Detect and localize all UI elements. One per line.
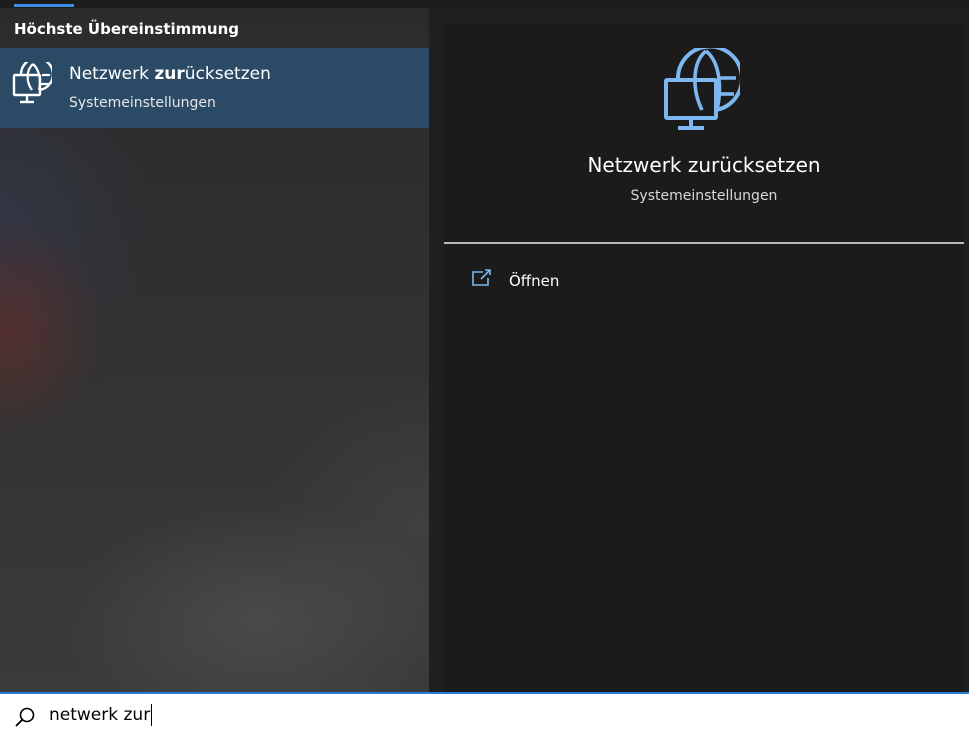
best-match-title: Netzwerk zurücksetzen [69,64,271,84]
top-strip [0,0,969,8]
detail-panel: Netzwerk zurücksetzen Systemeinstellunge… [444,23,964,692]
detail-divider [444,242,964,244]
text-caret [151,704,153,726]
open-external-icon [472,269,491,286]
best-match-result[interactable]: Netzwerk zurücksetzen Systemeinstellunge… [0,48,429,128]
preview-pane: Netzwerk zurücksetzen Systemeinstellunge… [429,8,969,692]
best-match-title-suffix: ücksetzen [184,64,271,84]
detail-title: Netzwerk zurücksetzen [587,153,821,177]
open-action[interactable]: Öffnen [468,267,668,297]
detail-subtitle: Systemeinstellungen [630,188,778,204]
search-bar[interactable]: netwerk zur [0,692,969,736]
best-match-title-highlight: zur [154,64,185,84]
search-icon [15,707,35,727]
search-input-text: netwerk zur [49,705,151,725]
best-match-title-prefix: Netzwerk [69,64,155,84]
results-pane: Höchste Übereinstimmung Netzwerk zurücks… [0,0,429,692]
active-tab-indicator [14,4,74,7]
search-input[interactable]: netwerk zur [49,702,153,728]
section-heading: Höchste Übereinstimmung [14,20,239,38]
best-match-subtitle: Systemeinstellungen [69,95,216,111]
open-action-label: Öffnen [509,272,560,290]
globe-monitor-icon [12,62,52,104]
globe-monitor-icon [664,48,740,130]
search-window: Höchste Übereinstimmung Netzwerk zurücks… [0,0,969,736]
